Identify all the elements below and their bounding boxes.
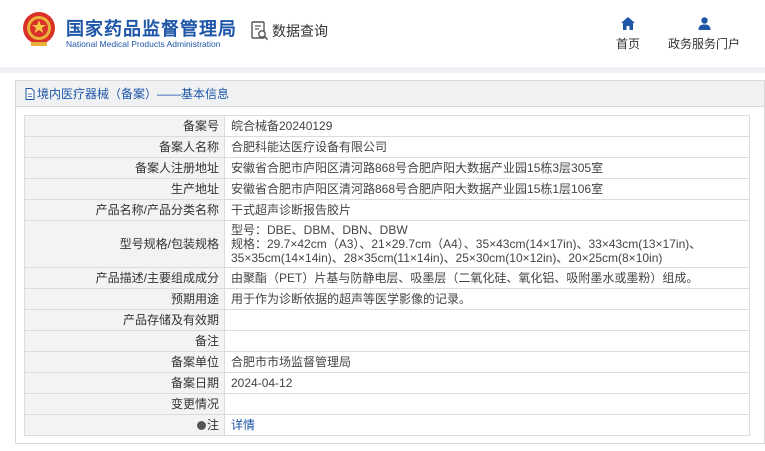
row-label: 产品描述/主要组成成分 — [24, 267, 225, 289]
nav-service-portal[interactable]: 政务服务门户 — [664, 17, 744, 52]
details-link[interactable]: 详情 — [231, 418, 255, 432]
row-value: 安徽省合肥市庐阳区清河路868号合肥庐阳大数据产业园15栋1层106室 — [224, 178, 750, 200]
table-row: 备案单位 合肥市市场监督管理局 — [24, 351, 750, 373]
row-label: 备案号 — [24, 115, 225, 137]
table-row: 生产地址 安徽省合肥市庐阳区清河路868号合肥庐阳大数据产业园15栋1层106室 — [24, 178, 750, 200]
table-row: 产品描述/主要组成成分 由聚酯（PET）片基与防静电层、吸墨层（二氧化硅、氧化铝… — [24, 267, 750, 289]
brand-subtitle: National Medical Products Administration — [66, 39, 221, 49]
panel-header: 境内医疗器械（备案）——基本信息 — [16, 81, 764, 107]
data-query-label: 数据查询 — [272, 23, 328, 39]
row-label-note: 注 — [24, 414, 225, 436]
row-label: 预期用途 — [24, 288, 225, 310]
brand-title: 国家药品监督管理局 — [66, 19, 237, 39]
table-row: 预期用途 用于作为诊断依据的超声等医学影像的记录。 — [24, 288, 750, 310]
row-value: 详情 — [224, 414, 750, 436]
row-label: 型号规格/包装规格 — [24, 220, 225, 268]
table-row: 产品名称/产品分类名称 干式超声诊断报告胶片 — [24, 199, 750, 221]
record-panel: 境内医疗器械（备案）——基本信息 备案号 皖合械备20240129 备案人名称 … — [15, 80, 765, 444]
home-icon — [621, 17, 635, 30]
site-header: 国家药品监督管理局 National Medical Products Admi… — [0, 0, 765, 67]
row-value: 2024-04-12 — [224, 372, 750, 394]
table-row: 型号规格/包装规格 型号：DBE、DBM、DBN、DBW 规格：29.7×42c… — [24, 220, 750, 268]
row-label: 备案单位 — [24, 351, 225, 373]
row-value: 合肥市市场监督管理局 — [224, 351, 750, 373]
nav-home-label: 首页 — [615, 37, 640, 51]
row-value: 安徽省合肥市庐阳区清河路868号合肥庐阳大数据产业园15栋3层305室 — [224, 157, 750, 179]
row-value: 干式超声诊断报告胶片 — [224, 199, 750, 221]
row-value — [224, 330, 750, 352]
row-label: 生产地址 — [24, 178, 225, 200]
row-label: 产品存储及有效期 — [24, 309, 225, 331]
note-label: 注 — [206, 418, 219, 432]
document-icon — [25, 87, 35, 100]
header-divider — [0, 67, 765, 73]
row-value: 合肥科能达医疗设备有限公司 — [224, 136, 750, 158]
nav-home[interactable]: 首页 — [613, 17, 643, 52]
note-icon — [196, 421, 206, 430]
nav-service-portal-label: 政务服务门户 — [667, 37, 740, 51]
model-line: 型号：DBE、DBM、DBN、DBW — [231, 223, 408, 237]
row-value — [224, 309, 750, 331]
table-row: 备案日期 2024-04-12 — [24, 372, 750, 394]
row-label: 备案日期 — [24, 372, 225, 394]
row-label: 备案人名称 — [24, 136, 225, 158]
row-label: 备案人注册地址 — [24, 157, 225, 179]
row-value — [224, 393, 750, 415]
row-value: 由聚酯（PET）片基与防静电层、吸墨层（二氧化硅、氧化铝、吸附墨水或墨粉）组成。 — [224, 267, 750, 289]
table-row: 产品存储及有效期 — [24, 309, 750, 331]
row-value: 型号：DBE、DBM、DBN、DBW 规格：29.7×42cm（A3）、21×2… — [224, 220, 750, 268]
spec-line: 35×35cm(14×14in)、28×35cm(11×14in)、25×30c… — [231, 251, 663, 265]
row-label: 产品名称/产品分类名称 — [24, 199, 225, 221]
user-icon — [698, 17, 710, 30]
data-query-link[interactable]: 数据查询 — [251, 20, 328, 42]
table-row: 备注 — [24, 330, 750, 352]
row-value: 用于作为诊断依据的超声等医学影像的记录。 — [224, 288, 750, 310]
spec-line: 规格：29.7×42cm（A3）、21×29.7cm（A4）、35×43cm(1… — [231, 237, 702, 251]
table-row: 变更情况 — [24, 393, 750, 415]
table-row: 备案号 皖合械备20240129 — [24, 115, 750, 137]
row-value: 皖合械备20240129 — [224, 115, 750, 137]
row-label: 备注 — [24, 330, 225, 352]
table-row: 备案人注册地址 安徽省合肥市庐阳区清河路868号合肥庐阳大数据产业园15栋3层3… — [24, 157, 750, 179]
panel-title: 境内医疗器械（备案）——基本信息 — [37, 87, 230, 101]
row-label: 变更情况 — [24, 393, 225, 415]
document-search-icon — [251, 21, 269, 41]
national-emblem-icon — [23, 12, 55, 46]
table-row: 备案人名称 合肥科能达医疗设备有限公司 — [24, 136, 750, 158]
table-row: 注 详情 — [24, 414, 750, 436]
record-detail-table: 备案号 皖合械备20240129 备案人名称 合肥科能达医疗设备有限公司 备案人… — [24, 115, 750, 436]
